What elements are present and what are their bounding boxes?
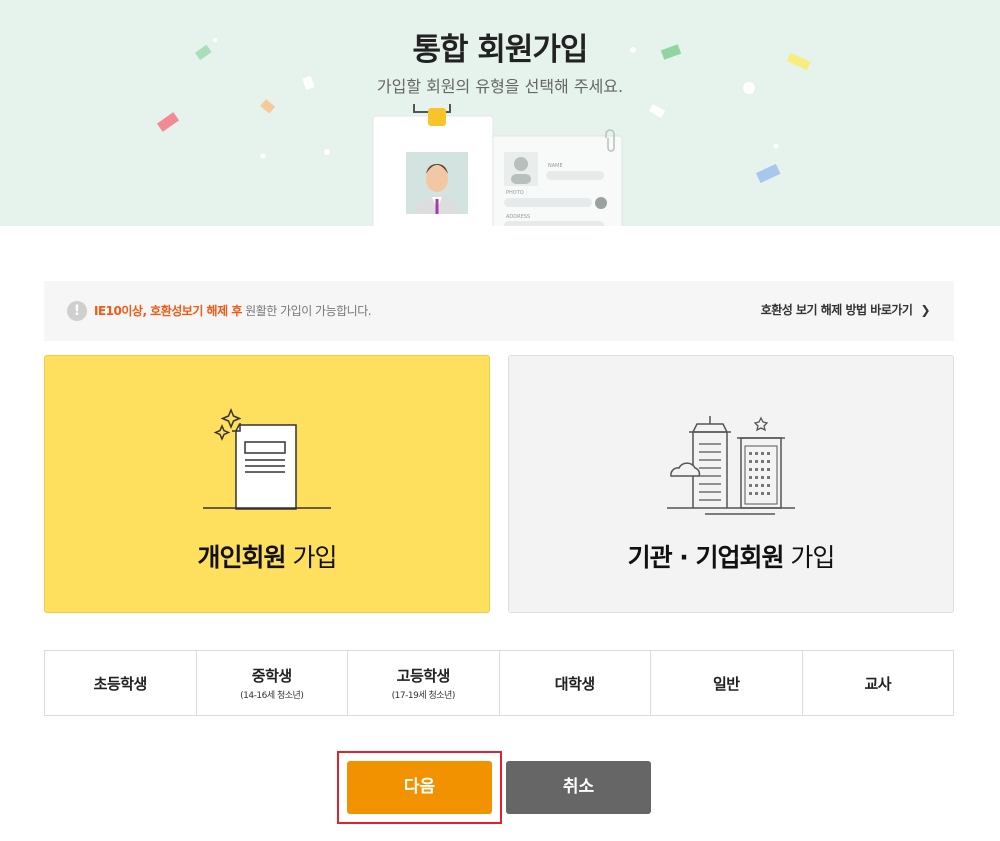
- compatibility-notice: ! IE10이상, 호환성보기 해제 후 원활한 가입이 가능합니다. 호환성 …: [44, 281, 954, 341]
- next-button[interactable]: 다음: [347, 761, 492, 814]
- category-label: 교사: [864, 674, 892, 693]
- chevron-right-icon: ❯: [920, 303, 930, 317]
- category-label: 초등학생: [93, 674, 148, 693]
- personal-member-label: 개인회원 가입: [197, 543, 338, 572]
- document-sparkle-icon: [203, 408, 331, 510]
- category-label: 고등학생: [396, 667, 451, 685]
- category-university[interactable]: 대학생: [498, 651, 651, 715]
- category-label: 대학생: [554, 674, 595, 693]
- page-subtitle: 가입할 회원의 유형을 선택해 주세요.: [376, 77, 624, 96]
- category-middle-school[interactable]: 중학생 (14-16세 청소년): [195, 651, 348, 715]
- exclamation-icon: !: [67, 301, 87, 321]
- category-label: 일반: [712, 674, 740, 693]
- header-banner: 통합 회원가입 가입할 회원의 유형을 선택해 주세요. NAME PHOTO …: [0, 0, 1000, 226]
- member-category-tabs: 초등학생 중학생 (14-16세 청소년) 고등학생 (17-19세 청소년) …: [44, 650, 954, 716]
- illust-name-label: NAME: [548, 163, 563, 169]
- notice-text: IE10이상, 호환성보기 해제 후 원활한 가입이 가능합니다.: [94, 302, 372, 319]
- corporate-member-card[interactable]: 기관 · 기업회원 가입: [508, 355, 954, 613]
- category-high-school[interactable]: 고등학생 (17-19세 청소년): [347, 651, 499, 715]
- id-card-illustration: NAME PHOTO ADDRESS: [372, 104, 623, 226]
- category-general[interactable]: 일반: [650, 651, 802, 715]
- notice-highlight: IE10이상, 호환성보기 해제 후: [94, 304, 242, 318]
- notice-body: 원활한 가입이 가능합니다.: [241, 304, 372, 318]
- category-elementary[interactable]: 초등학생: [45, 651, 196, 715]
- category-teacher[interactable]: 교사: [801, 651, 954, 715]
- illust-address-label: ADDRESS: [506, 214, 530, 220]
- personal-member-card[interactable]: 개인회원 가입: [44, 355, 490, 613]
- illust-photo-label: PHOTO: [506, 190, 524, 196]
- compatibility-guide-label: 호환성 보기 해제 방법 바로가기: [760, 303, 913, 317]
- category-sublabel: (14-16세 청소년): [240, 691, 304, 701]
- category-label: 중학생: [251, 667, 292, 685]
- building-icon: [667, 416, 795, 515]
- cancel-button[interactable]: 취소: [506, 761, 651, 814]
- corporate-member-label: 기관 · 기업회원 가입: [627, 543, 836, 572]
- category-sublabel: (17-19세 청소년): [391, 691, 456, 701]
- compatibility-guide-link[interactable]: 호환성 보기 해제 방법 바로가기 ❯: [760, 301, 931, 318]
- page-title: 통합 회원가입: [412, 32, 589, 68]
